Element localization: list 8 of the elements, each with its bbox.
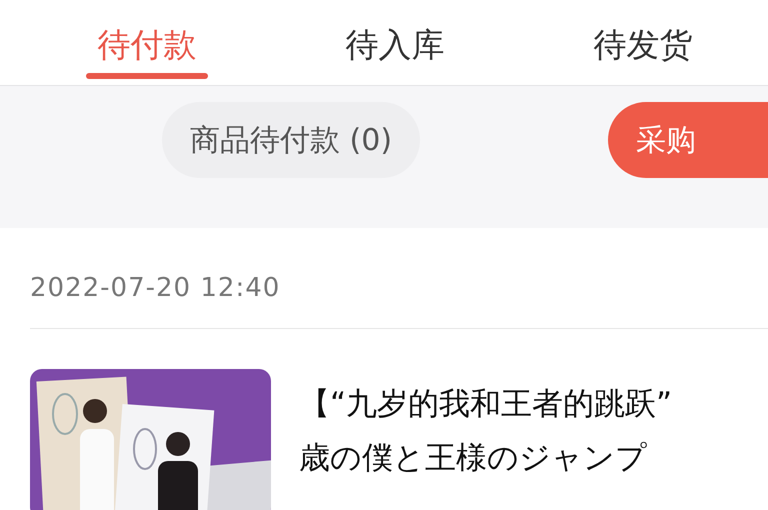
filter-chip[interactable]: 采购 [608, 102, 768, 178]
order-tab[interactable]: 待入库 [271, 0, 519, 85]
product-title: 歳の僕と王様のジャンプ [299, 439, 648, 478]
product-title: 【“九岁的我和王者的跳跃” [299, 385, 672, 424]
filter-chip[interactable]: 商品待付款 (0) [162, 102, 420, 178]
order-tab[interactable]: 待发货 [519, 0, 767, 85]
order-time: 2022-07-20 12:40 [30, 272, 280, 304]
order-tab[interactable]: 待付款 [23, 0, 271, 85]
